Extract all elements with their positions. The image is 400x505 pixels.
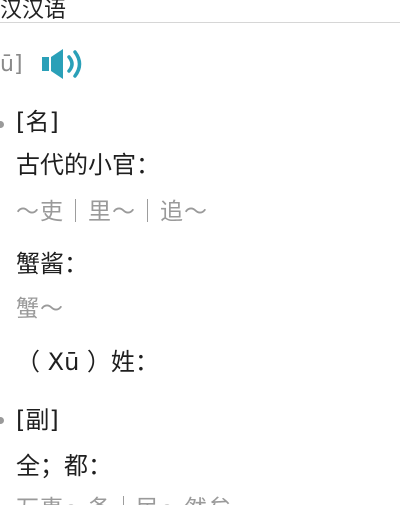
definition-text: 全；都： — [16, 452, 112, 480]
definition-text: （ Xū ）姓： — [16, 348, 159, 376]
dictionary-entry-page: 汉汉语 ū] [名] 古代的小官： ～吏｜里～｜追～ 蟹酱： 蟹～ （ Xū ）… — [0, 0, 400, 505]
example-text: 万事～备｜民～然矣 — [16, 489, 232, 505]
part-of-speech: [副] — [16, 406, 59, 434]
example-text: 蟹～ — [16, 296, 64, 322]
header-title: 汉汉语 — [0, 0, 67, 23]
entry-bullet — [0, 417, 4, 424]
entry-bullet — [0, 121, 4, 128]
header-bar: 汉汉语 — [0, 0, 400, 23]
pronunciation-row: ū] — [0, 47, 87, 81]
pinyin-text: ū] — [0, 51, 23, 77]
definition-text: 古代的小官： — [16, 151, 160, 179]
speaker-icon[interactable] — [41, 47, 87, 81]
example-text: ～吏｜里～｜追～ — [16, 199, 208, 225]
definition-text: 蟹酱： — [16, 250, 88, 278]
part-of-speech: [名] — [16, 108, 59, 136]
